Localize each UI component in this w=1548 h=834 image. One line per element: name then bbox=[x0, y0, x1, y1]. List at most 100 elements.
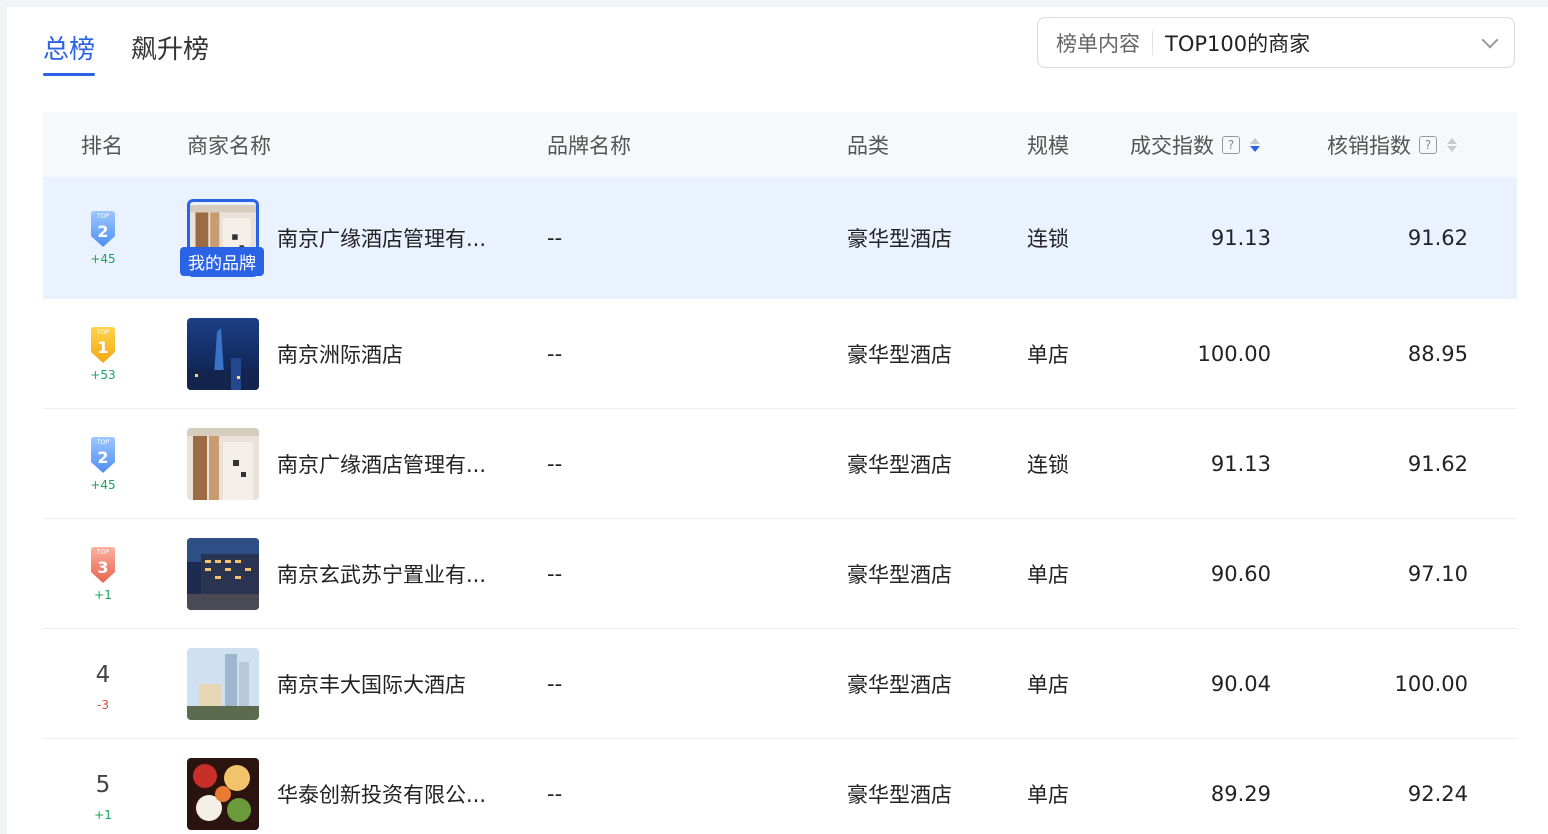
rank-cell: TOP 2 +45 bbox=[43, 177, 163, 299]
sort-asc-icon bbox=[1447, 137, 1457, 144]
deal-index-cell: 91.13 bbox=[1210, 226, 1271, 250]
sort-icon[interactable] bbox=[1447, 137, 1457, 152]
merchant-thumbnail bbox=[187, 427, 259, 500]
merchant-name[interactable]: 南京玄武苏宁置业有... bbox=[277, 559, 486, 589]
header-verify-index[interactable]: 核销指数 ? bbox=[1327, 130, 1457, 160]
brand-cell: -- bbox=[547, 781, 563, 806]
rank-number: 5 bbox=[95, 771, 111, 798]
deal-index-label: 成交指数 bbox=[1130, 133, 1214, 158]
merchant-cell[interactable]: 南京洲际酒店 bbox=[187, 299, 403, 408]
category-cell: 豪华型酒店 bbox=[847, 227, 952, 251]
category-cell: 豪华型酒店 bbox=[847, 672, 952, 697]
header-merchant: 商家名称 bbox=[187, 133, 271, 158]
table-row[interactable]: TOP 1 +53 南京洲际酒店 -- 豪华型酒店 单店 100.00 88.9… bbox=[43, 299, 1517, 409]
sort-icon[interactable] bbox=[1250, 137, 1260, 152]
merchant-cell[interactable]: 我的品牌 南京广缘酒店管理有... bbox=[180, 177, 486, 299]
scale-cell: 单店 bbox=[1027, 782, 1069, 807]
scale-cell: 单店 bbox=[1027, 342, 1069, 367]
rank-change: +1 bbox=[94, 587, 112, 602]
rank-change: +45 bbox=[90, 252, 116, 266]
header-brand: 品牌名称 bbox=[547, 133, 631, 158]
ranking-table: 排名 商家名称 品牌名称 品类 规模 成交指数 ? 核销指数 ? TOP 2 +… bbox=[43, 112, 1517, 834]
header-deal-index[interactable]: 成交指数 ? bbox=[1130, 130, 1260, 160]
header-rank: 排名 bbox=[81, 133, 123, 158]
brand-cell: -- bbox=[547, 226, 563, 250]
gold-medal-icon: TOP 1 bbox=[88, 326, 118, 364]
table-body: TOP 2 +45 我的品牌 南京广缘酒店管理有... -- 豪华型酒店 连锁 … bbox=[43, 177, 1517, 834]
verify-index-cell: 97.10 bbox=[1407, 561, 1468, 586]
rank-cell: TOP 3 +1 bbox=[43, 519, 163, 628]
sort-desc-icon bbox=[1250, 145, 1260, 152]
rank-cell: 4 -3 bbox=[43, 629, 163, 738]
table-row[interactable]: 5 +1 华泰创新投资有限公... -- 豪华型酒店 单店 89.29 92.2… bbox=[43, 739, 1517, 834]
scale-cell: 连锁 bbox=[1027, 452, 1069, 477]
merchant-cell[interactable]: 南京玄武苏宁置业有... bbox=[187, 519, 486, 628]
category-cell: 豪华型酒店 bbox=[847, 452, 952, 477]
rank-change: +53 bbox=[90, 367, 116, 382]
merchant-name[interactable]: 南京广缘酒店管理有... bbox=[277, 449, 486, 479]
sort-asc-icon bbox=[1250, 137, 1260, 144]
brand-cell: -- bbox=[547, 341, 563, 366]
category-cell: 豪华型酒店 bbox=[847, 782, 952, 807]
rank-change: -3 bbox=[97, 697, 109, 712]
merchant-thumbnail bbox=[187, 647, 259, 720]
merchant-name[interactable]: 华泰创新投资有限公... bbox=[277, 779, 486, 809]
rank-change: +45 bbox=[90, 477, 116, 492]
verify-index-label: 核销指数 bbox=[1327, 133, 1411, 158]
scale-cell: 连锁 bbox=[1027, 227, 1069, 251]
merchant-thumbnail bbox=[187, 537, 259, 610]
rank-change: +1 bbox=[94, 807, 112, 822]
category-cell: 豪华型酒店 bbox=[847, 562, 952, 587]
select-value: TOP100的商家 bbox=[1165, 31, 1311, 56]
verify-index-cell: 91.62 bbox=[1407, 451, 1468, 476]
my-brand-badge: 我的品牌 bbox=[180, 247, 264, 276]
brand-cell: -- bbox=[547, 451, 563, 476]
merchant-cell[interactable]: 南京广缘酒店管理有... bbox=[187, 409, 486, 518]
scale-cell: 单店 bbox=[1027, 562, 1069, 587]
verify-index-cell: 91.62 bbox=[1407, 226, 1468, 250]
merchant-thumbnail bbox=[187, 317, 259, 390]
merchant-name[interactable]: 南京洲际酒店 bbox=[277, 339, 403, 369]
merchant-cell[interactable]: 南京丰大国际大酒店 bbox=[187, 629, 466, 738]
list-content-select[interactable]: 榜单内容 TOP100的商家 bbox=[1037, 17, 1515, 68]
tab-overall[interactable]: 总榜 bbox=[43, 29, 96, 76]
table-header: 排名 商家名称 品牌名称 品类 规模 成交指数 ? 核销指数 ? bbox=[43, 112, 1517, 177]
bronze-medal-icon: TOP 3 bbox=[88, 546, 118, 584]
deal-index-cell: 90.04 bbox=[1210, 671, 1271, 696]
rank-cell: TOP 1 +53 bbox=[43, 299, 163, 408]
silver-medal-icon: TOP 2 bbox=[88, 436, 118, 474]
brand-cell: -- bbox=[547, 671, 563, 696]
silver-medal-icon: TOP 2 bbox=[88, 210, 118, 248]
sort-desc-icon bbox=[1447, 145, 1457, 152]
rank-number: 4 bbox=[95, 661, 111, 688]
merchant-name[interactable]: 南京丰大国际大酒店 bbox=[277, 669, 466, 699]
ranking-tabs: 总榜 飙升榜 bbox=[43, 29, 209, 76]
select-label: 榜单内容 bbox=[1056, 31, 1140, 56]
table-row[interactable]: TOP 2 +45 我的品牌 南京广缘酒店管理有... -- 豪华型酒店 连锁 … bbox=[43, 177, 1517, 299]
verify-index-cell: 100.00 bbox=[1394, 671, 1468, 696]
table-row[interactable]: TOP 3 +1 南京玄武苏宁置业有... -- 豪华型酒店 单店 90.60 … bbox=[43, 519, 1517, 629]
rank-cell: 5 +1 bbox=[43, 739, 163, 834]
category-cell: 豪华型酒店 bbox=[847, 342, 952, 367]
deal-index-cell: 100.00 bbox=[1197, 341, 1271, 366]
deal-index-cell: 89.29 bbox=[1210, 781, 1271, 806]
header-category: 品类 bbox=[847, 133, 889, 158]
merchant-cell[interactable]: 华泰创新投资有限公... bbox=[187, 739, 486, 834]
merchant-thumbnail: 我的品牌 bbox=[180, 199, 264, 277]
verify-index-cell: 88.95 bbox=[1407, 341, 1468, 366]
help-icon[interactable]: ? bbox=[1222, 135, 1240, 154]
table-row[interactable]: TOP 2 +45 南京广缘酒店管理有... -- 豪华型酒店 连锁 91.13… bbox=[43, 409, 1517, 519]
chevron-down-icon bbox=[1481, 31, 1499, 48]
table-row[interactable]: 4 -3 南京丰大国际大酒店 -- 豪华型酒店 单店 90.04 100.00 bbox=[43, 629, 1517, 739]
help-icon[interactable]: ? bbox=[1419, 135, 1437, 154]
merchant-thumbnail bbox=[187, 757, 259, 830]
tab-rising[interactable]: 飙升榜 bbox=[131, 29, 209, 76]
rank-cell: TOP 2 +45 bbox=[43, 409, 163, 518]
header-scale: 规模 bbox=[1027, 133, 1069, 158]
ranking-page: 总榜 飙升榜 榜单内容 TOP100的商家 排名 商家名称 品牌名称 品类 规模… bbox=[7, 7, 1548, 834]
verify-index-cell: 92.24 bbox=[1407, 781, 1468, 806]
scale-cell: 单店 bbox=[1027, 672, 1069, 697]
deal-index-cell: 91.13 bbox=[1210, 451, 1271, 476]
select-divider bbox=[1152, 30, 1153, 55]
merchant-name[interactable]: 南京广缘酒店管理有... bbox=[277, 223, 486, 253]
